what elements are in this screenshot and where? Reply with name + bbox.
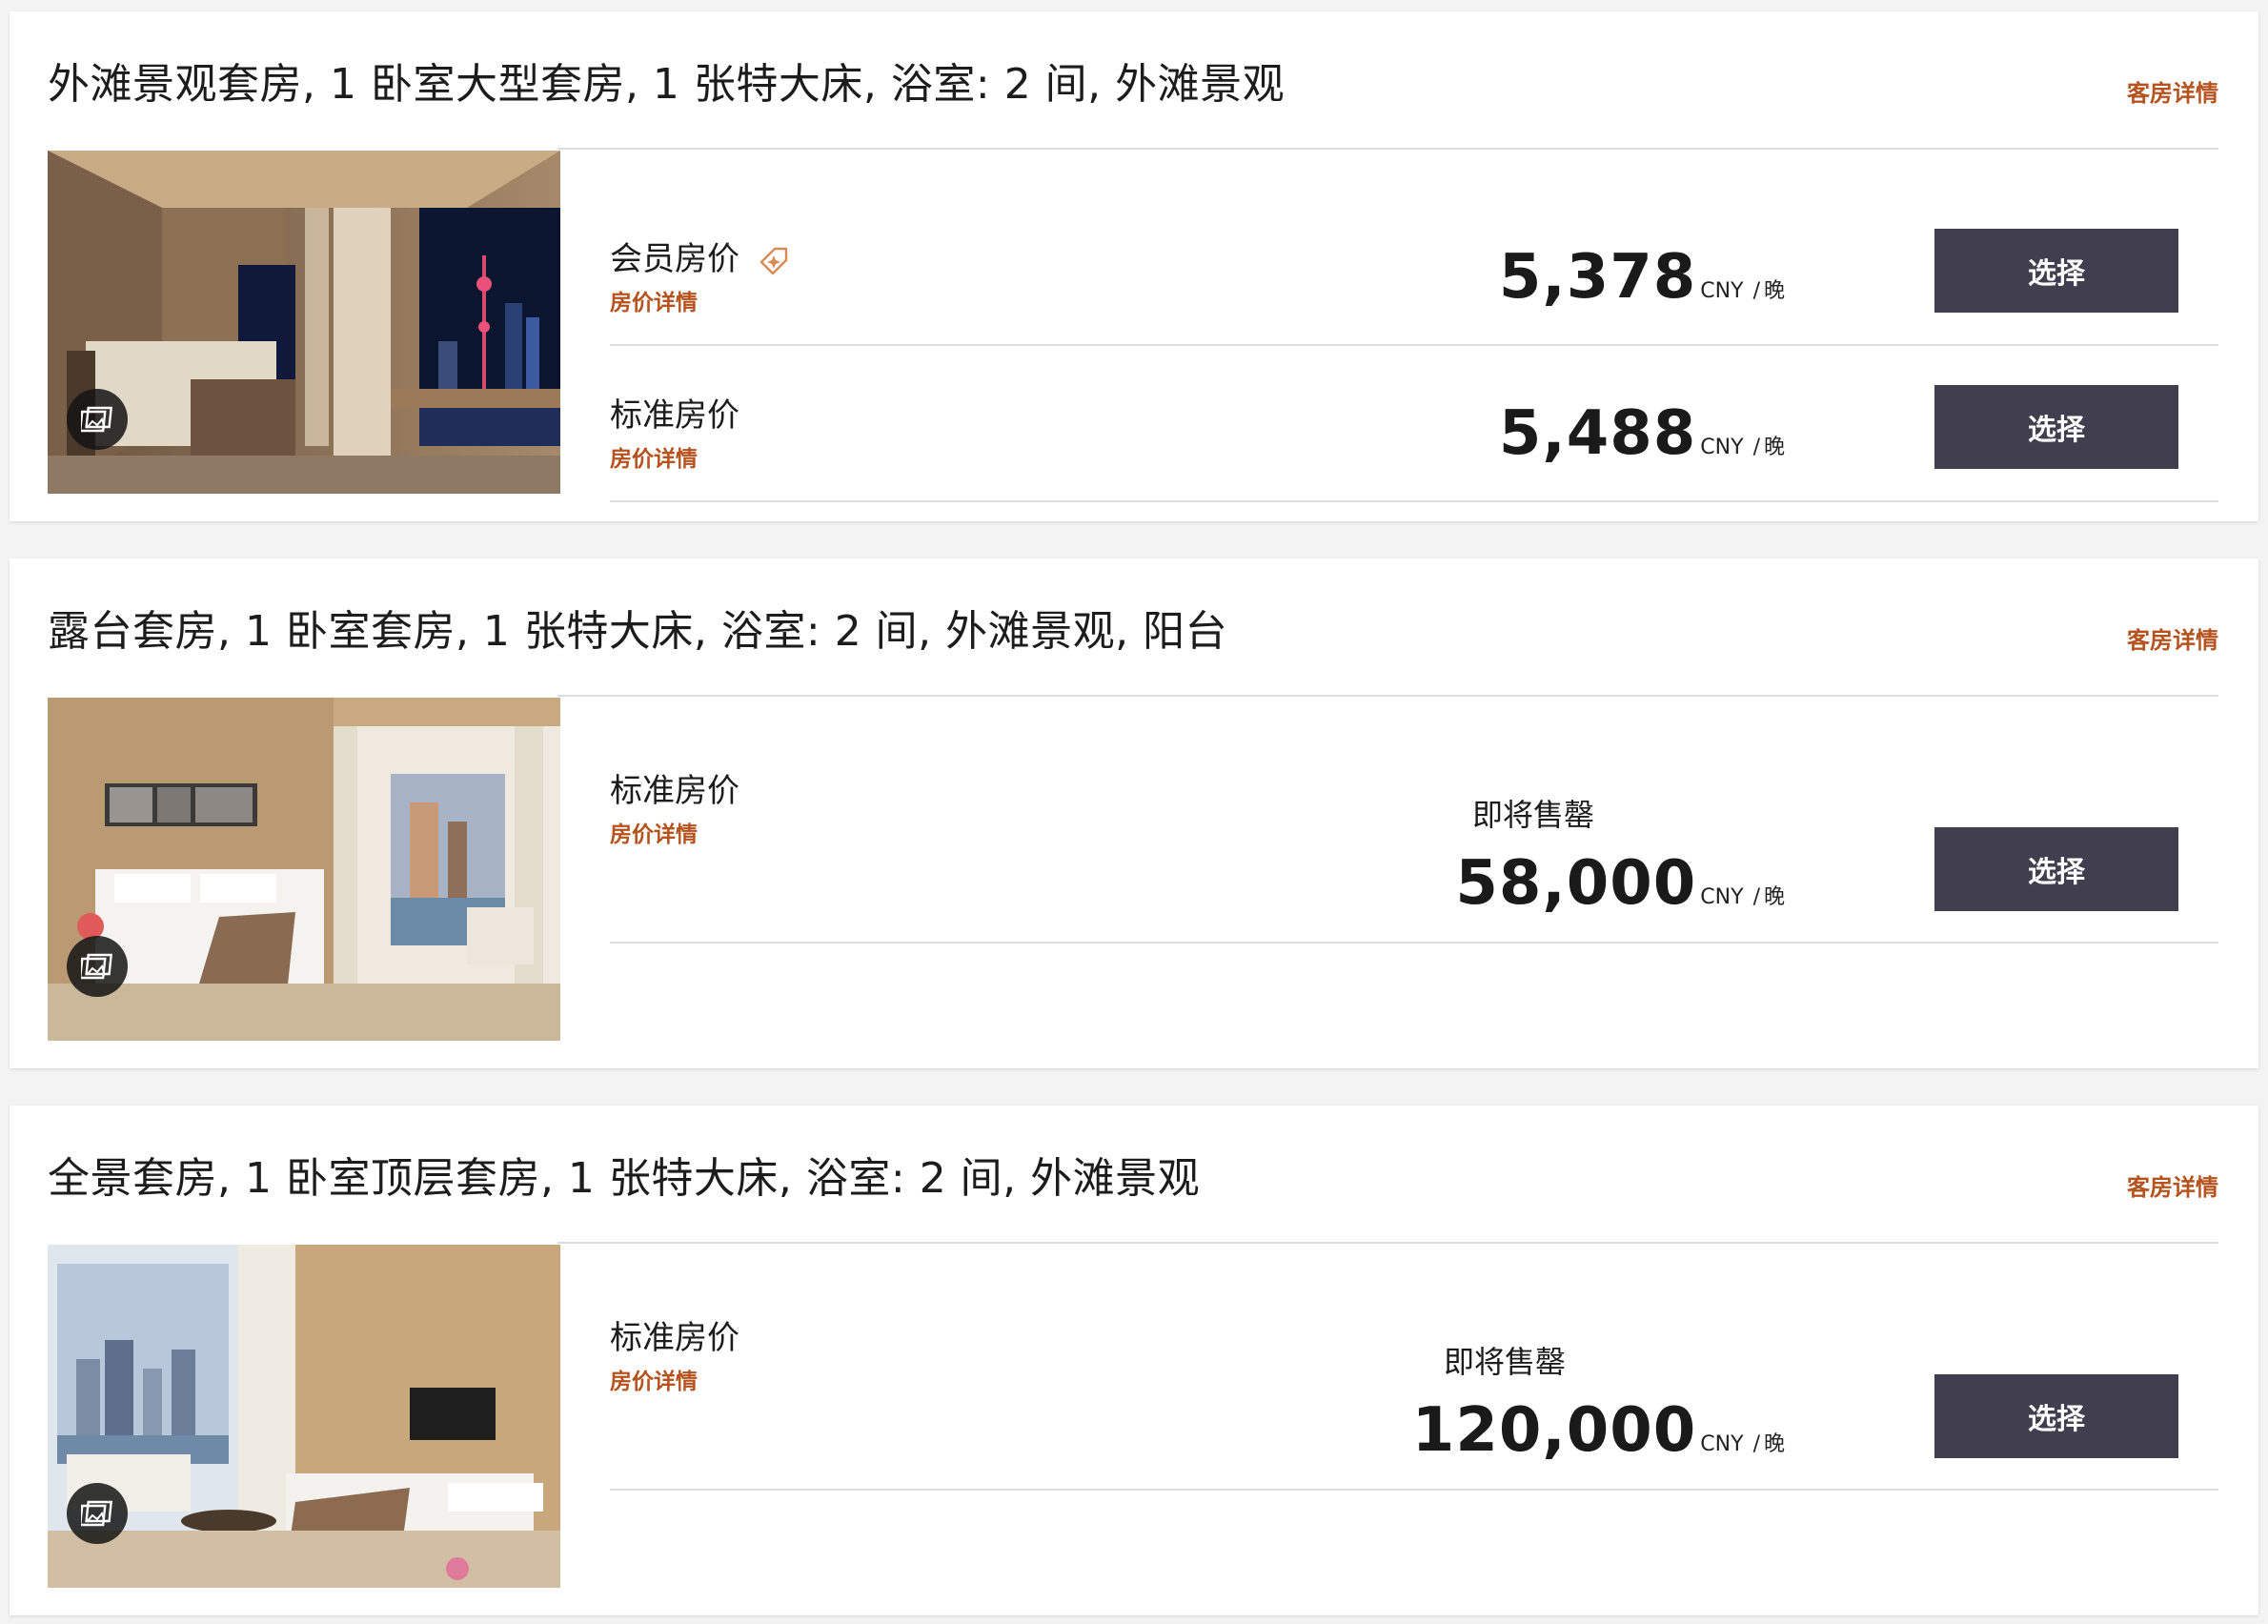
price-separator: /: [1752, 279, 1760, 303]
select-button[interactable]: 选择: [1934, 827, 2178, 911]
room-photo[interactable]: [48, 1245, 560, 1588]
rate-name-label: 会员房价: [610, 240, 739, 278]
divider: [557, 695, 2218, 697]
gallery-button[interactable]: [67, 1483, 128, 1544]
select-button[interactable]: 选择: [1934, 229, 2178, 313]
room-photo[interactable]: [48, 698, 560, 1041]
sold-out-soon-label: 即将售罄: [1443, 1344, 1566, 1380]
price-currency: CNY: [1700, 279, 1744, 303]
price-per-night: 晚: [1763, 279, 1785, 303]
rate-row: 标准房价 房价详情 即将售罄 120,000 CNY / 晚 选择: [557, 1245, 2218, 1491]
price-amount: 5,488: [1498, 398, 1697, 469]
select-button[interactable]: 选择: [1934, 1374, 2178, 1458]
member-tag-icon: [759, 247, 788, 274]
divider: [610, 1489, 2218, 1491]
room-card: 全景套房, 1 卧室顶层套房, 1 张特大床, 浴室: 2 间, 外滩景观 客房…: [10, 1106, 2258, 1615]
room-card: 露台套房, 1 卧室套房, 1 张特大床, 浴室: 2 间, 外滩景观, 阳台 …: [10, 558, 2258, 1068]
rate-name: 标准房价: [610, 396, 739, 435]
price-currency: CNY: [1700, 1432, 1744, 1456]
rate-name: 标准房价: [610, 1319, 739, 1357]
rate-name: 会员房价: [610, 233, 790, 279]
select-button[interactable]: 选择: [1934, 385, 2178, 469]
sold-out-soon-label: 即将售罄: [1471, 797, 1594, 833]
price: 5,378 CNY / 晚: [1499, 242, 1785, 313]
price-amount: 120,000: [1411, 1395, 1697, 1466]
rate-name: 标准房价: [610, 772, 739, 810]
price: 5,488 CNY / 晚: [1499, 398, 1785, 469]
rate-details-link[interactable]: 房价详情: [610, 284, 698, 316]
room-card: 外滩景观套房, 1 卧室大型套房, 1 张特大床, 浴室: 2 间, 外滩景观 …: [10, 11, 2258, 521]
gallery-button[interactable]: [67, 936, 128, 997]
price-separator: /: [1752, 1432, 1760, 1456]
gallery-icon: [81, 953, 113, 980]
divider: [610, 500, 2218, 502]
rate-row: 标准房价 房价详情 即将售罄 58,000 CNY / 晚 选择: [557, 698, 2218, 944]
rate-details-link[interactable]: 房价详情: [610, 1363, 698, 1395]
room-title: 外滩景观套房, 1 卧室大型套房, 1 张特大床, 浴室: 2 间, 外滩景观: [48, 60, 1286, 109]
price-amount: 5,378: [1498, 242, 1697, 313]
gallery-icon: [81, 406, 113, 433]
rate-details-link[interactable]: 房价详情: [610, 440, 698, 473]
rate-row: 标准房价 房价详情 5,488 CNY / 晚 选择: [557, 345, 2218, 517]
room-details-link[interactable]: 客房详情: [2127, 74, 2218, 108]
price-currency: CNY: [1700, 436, 1744, 459]
divider: [610, 942, 2218, 944]
price-separator: /: [1752, 436, 1760, 459]
rate-row: 会员房价 房价详情 5,378 CNY / 晚 选择: [557, 151, 2218, 346]
room-title: 全景套房, 1 卧室顶层套房, 1 张特大床, 浴室: 2 间, 外滩景观: [48, 1154, 1201, 1203]
price-per-night: 晚: [1763, 885, 1785, 909]
rate-details-link[interactable]: 房价详情: [610, 816, 698, 848]
price-separator: /: [1752, 885, 1760, 909]
divider: [557, 1242, 2218, 1244]
room-details-link[interactable]: 客房详情: [2127, 1168, 2218, 1202]
gallery-icon: [81, 1500, 113, 1527]
price: 120,000 CNY / 晚: [1412, 1395, 1785, 1466]
price-per-night: 晚: [1763, 1432, 1785, 1456]
gallery-button[interactable]: [67, 389, 128, 450]
price-currency: CNY: [1700, 885, 1744, 909]
price: 58,000 CNY / 晚: [1455, 848, 1785, 919]
room-title: 露台套房, 1 卧室套房, 1 张特大床, 浴室: 2 间, 外滩景观, 阳台: [48, 607, 1228, 656]
room-photo[interactable]: [48, 151, 560, 494]
price-per-night: 晚: [1763, 436, 1785, 459]
divider: [557, 148, 2218, 150]
room-details-link[interactable]: 客房详情: [2127, 621, 2218, 655]
price-amount: 58,000: [1455, 848, 1697, 919]
